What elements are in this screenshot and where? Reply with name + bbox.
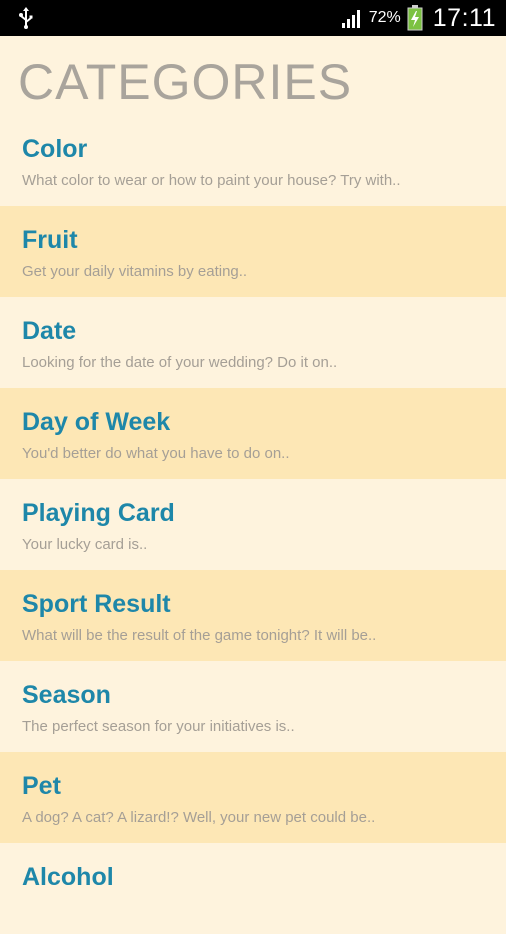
battery-percent: 72% xyxy=(368,9,401,26)
category-item-playing-card[interactable]: Playing Card Your lucky card is.. xyxy=(0,479,506,570)
category-title: Sport Result xyxy=(22,590,171,618)
signal-icon xyxy=(341,7,363,29)
category-description: What color to wear or how to paint your … xyxy=(22,172,401,189)
category-item-season[interactable]: Season The perfect season for your initia… xyxy=(0,661,506,752)
category-list: Color What color to wear or how to paint … xyxy=(0,115,506,934)
category-title: Color xyxy=(22,135,88,163)
clock: 17:11 xyxy=(432,3,496,32)
category-title: Pet xyxy=(22,772,61,800)
category-description: Your lucky card is.. xyxy=(22,536,148,553)
status-bar: 72% 17:11 xyxy=(0,0,506,36)
category-item-day-of-week[interactable]: Day of Week You'd better do what you have… xyxy=(0,388,506,479)
category-title: Date xyxy=(22,317,77,345)
status-right: 72% 17:11 xyxy=(341,4,496,33)
category-item-date[interactable]: Date Looking for the date of your wedding… xyxy=(0,297,506,388)
category-title: Season xyxy=(22,681,111,709)
category-title: Day of Week xyxy=(22,408,171,436)
category-description: Looking for the date of your wedding? Do… xyxy=(22,354,338,371)
category-description: You'd better do what you have to do on.. xyxy=(22,445,290,462)
category-item-alcohol[interactable]: Alcohol xyxy=(0,843,506,934)
category-item-sport-result[interactable]: Sport Result What will be the result of t… xyxy=(0,570,506,661)
usb-icon xyxy=(18,7,34,29)
category-description: A dog? A cat? A lizard!? Well, your new … xyxy=(22,809,376,826)
category-title: Alcohol xyxy=(22,863,114,891)
category-title: Fruit xyxy=(22,226,78,254)
battery-charging-icon xyxy=(407,5,423,31)
category-item-pet[interactable]: Pet A dog? A cat? A lizard!? Well, your n… xyxy=(0,752,506,843)
category-description: What will be the result of the game toni… xyxy=(22,627,377,644)
category-item-color[interactable]: Color What color to wear or how to paint … xyxy=(0,115,506,206)
category-description: The perfect season for your initiatives … xyxy=(22,718,295,735)
page-title: CATEGORIES xyxy=(18,54,353,110)
category-description: Get your daily vitamins by eating.. xyxy=(22,263,248,280)
status-left xyxy=(18,7,34,29)
category-title: Playing Card xyxy=(22,499,175,527)
category-item-fruit[interactable]: Fruit Get your daily vitamins by eating.. xyxy=(0,206,506,297)
